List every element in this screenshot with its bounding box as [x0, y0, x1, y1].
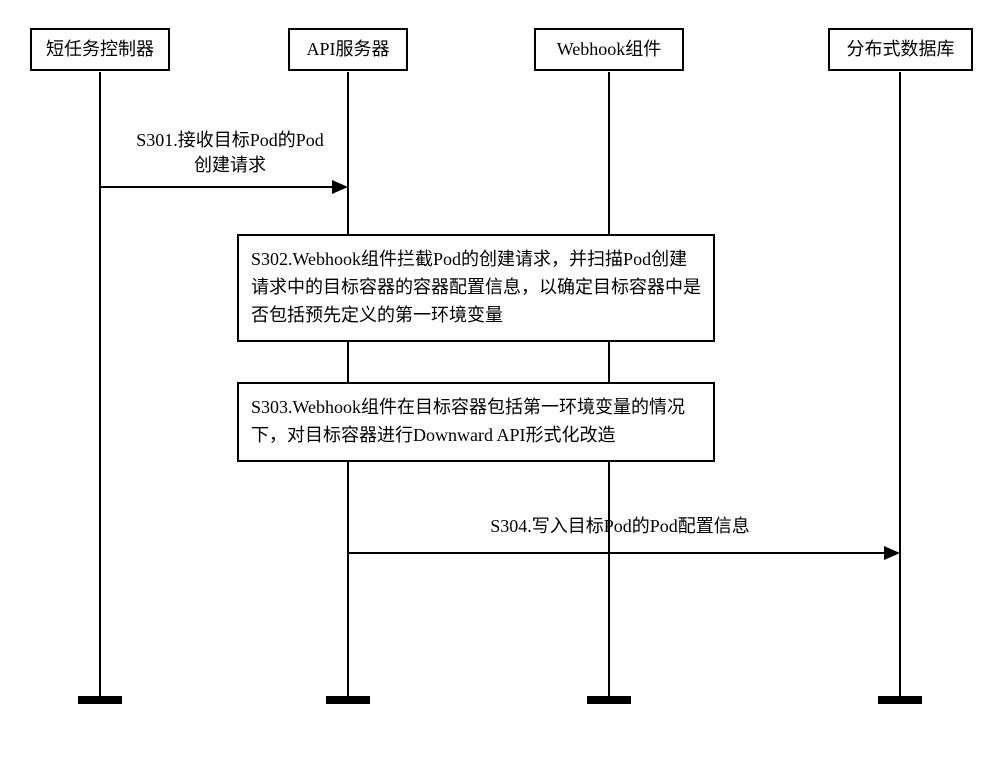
message-label-s301: S301.接收目标Pod的Pod 创建请求: [110, 128, 350, 178]
lifeline: [899, 72, 901, 696]
step-text: S303.Webhook组件在目标容器包括第一环境变量的情况下，对目标容器进行D…: [251, 397, 685, 445]
lifeline: [99, 72, 101, 696]
actor-label: Webhook组件: [557, 39, 662, 59]
arrow-head-icon: [332, 180, 348, 194]
lifeline-foot: [878, 696, 922, 704]
lifeline-foot: [326, 696, 370, 704]
actor-distributed-db: 分布式数据库: [828, 28, 973, 71]
step-text: S302.Webhook组件拦截Pod的创建请求，并扫描Pod创建请求中的目标容…: [251, 249, 701, 325]
step-box-s303: S303.Webhook组件在目标容器包括第一环境变量的情况下，对目标容器进行D…: [237, 382, 715, 462]
step-box-s302: S302.Webhook组件拦截Pod的创建请求，并扫描Pod创建请求中的目标容…: [237, 234, 715, 342]
actor-label: 短任务控制器: [46, 39, 154, 59]
message-label-s304: S304.写入目标Pod的Pod配置信息: [400, 514, 840, 539]
message-arrow-s304: [348, 552, 884, 554]
sequence-diagram: 短任务控制器 API服务器 Webhook组件 分布式数据库 S301.接收目标…: [0, 0, 1000, 761]
lifeline-foot: [78, 696, 122, 704]
message-arrow-s301: [100, 186, 332, 188]
actor-short-task-controller: 短任务控制器: [30, 28, 170, 71]
lifeline-foot: [587, 696, 631, 704]
actor-webhook-component: Webhook组件: [534, 28, 684, 71]
actor-api-server: API服务器: [288, 28, 408, 71]
arrow-head-icon: [884, 546, 900, 560]
actor-label: API服务器: [306, 39, 389, 59]
actor-label: 分布式数据库: [847, 39, 955, 59]
